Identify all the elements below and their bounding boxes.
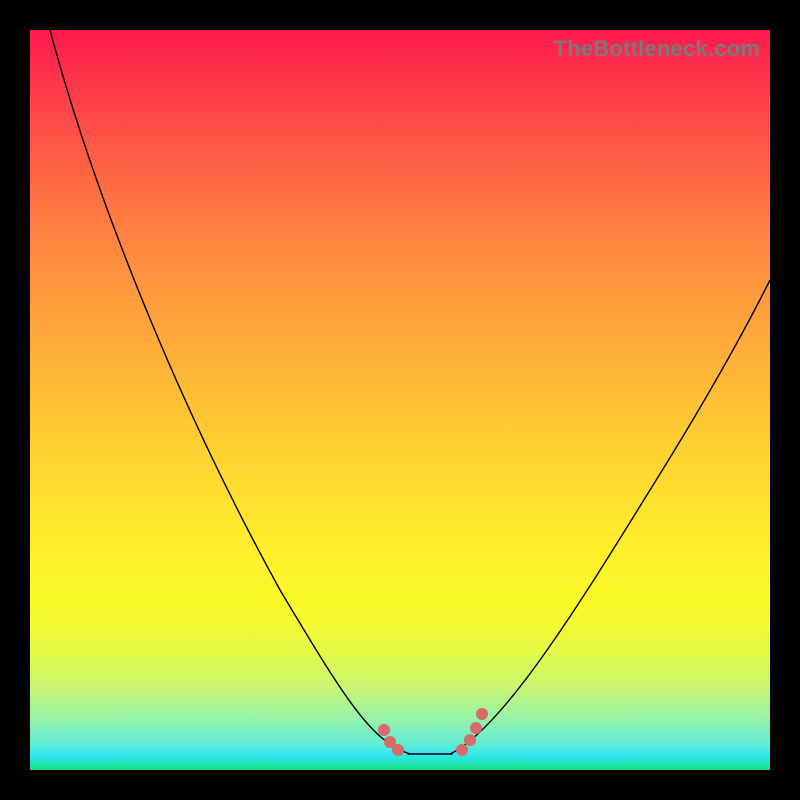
curve-svg [30, 30, 770, 770]
plot-area: TheBottleneck.com [30, 30, 770, 770]
chart-frame: TheBottleneck.com [0, 0, 800, 800]
curve-left-branch [50, 30, 410, 754]
marker-dot [456, 744, 468, 756]
curve-right-branch [450, 280, 770, 754]
marker-dot [378, 724, 390, 736]
marker-dot [392, 744, 404, 756]
marker-dot [470, 722, 482, 734]
marker-dot [476, 708, 488, 720]
marker-dot [464, 734, 476, 746]
